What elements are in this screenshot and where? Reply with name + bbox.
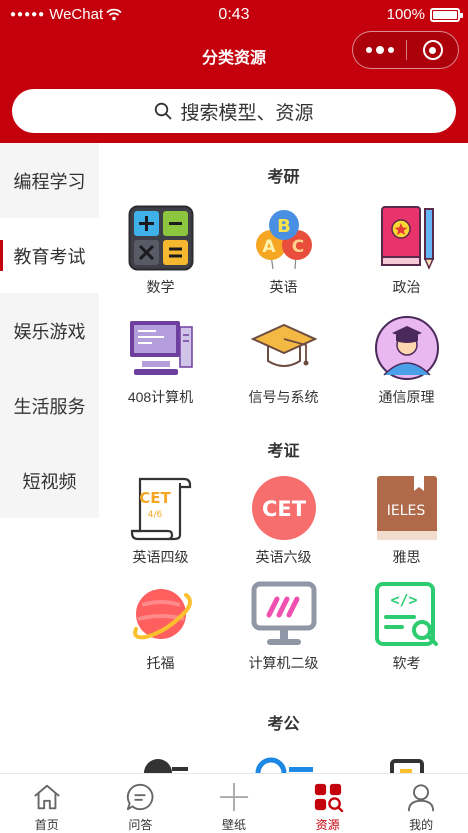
tab-qa[interactable]: 问答 <box>94 774 188 833</box>
resource-item-label: 雅思 <box>392 549 421 565</box>
resource-item-math[interactable]: 数学 <box>99 205 222 297</box>
mini-program-capsule <box>352 31 459 69</box>
resource-item-label: 英语六级 <box>255 549 312 565</box>
tab-resources[interactable]: 资源 <box>281 774 375 833</box>
resource-item-408-computer[interactable]: 408计算机 <box>99 315 222 407</box>
ieles-text: IELES <box>386 503 425 519</box>
bottom-tabbar: 首页 问答 壁纸 资源 我的 <box>0 773 468 833</box>
svg-text:A: A <box>262 237 276 257</box>
tab-label: 问答 <box>128 818 153 832</box>
resource-item-cet6[interactable]: CET 英语六级 <box>222 475 345 567</box>
resource-item-label: 信号与系统 <box>248 389 319 405</box>
cet-circle-icon: CET <box>251 476 316 540</box>
monitor-slashes-icon <box>251 581 316 645</box>
sidebar-item-programming[interactable]: 编程学习 <box>0 143 99 218</box>
category-sidebar: 编程学习 教育考试 娱乐游戏 生活服务 短视频 <box>0 143 99 518</box>
tab-wallpaper[interactable]: 壁纸 <box>187 774 281 833</box>
sidebar-item-label: 生活服务 <box>13 396 86 417</box>
tab-label: 我的 <box>409 818 434 832</box>
header: ●●●●● WeChat 0:43 100% 分类资源 搜索模型、资源 <box>0 0 468 143</box>
sidebar-item-label: 短视频 <box>22 471 77 492</box>
abc-balloons-icon: B A C <box>255 210 312 270</box>
cet-level-text: 4/6 <box>147 510 162 520</box>
resource-content: 考研 数学 B A C 英语 政治 408计算机 信号与系统 通信原理 考证 C… <box>99 143 468 773</box>
resource-item-communication-principles[interactable]: 通信原理 <box>345 315 468 407</box>
cet-scroll-icon: CET 4/6 <box>130 477 191 541</box>
cet-text: CET <box>261 497 306 521</box>
resource-item-computer-level2[interactable]: 计算机二级 <box>222 581 345 673</box>
computer-monitor-icon <box>129 321 193 375</box>
graduation-cap-icon <box>250 323 317 367</box>
battery-info: 100% <box>386 6 463 23</box>
resource-item-cet4[interactable]: CET 4/6 英语四级 <box>99 475 222 567</box>
red-book-pencil-icon <box>380 206 434 270</box>
tab-mine[interactable]: 我的 <box>374 774 468 833</box>
sidebar-item-life-service[interactable]: 生活服务 <box>0 368 99 443</box>
grid-search-icon <box>314 783 343 812</box>
resource-item-soft-exam[interactable]: </> 软考 <box>345 581 468 673</box>
cet-text: CET <box>139 489 171 507</box>
resource-item-toefl[interactable]: 托福 <box>99 581 222 673</box>
partial-icon <box>389 759 424 773</box>
tab-label: 首页 <box>34 818 59 832</box>
resource-item-label: 英语四级 <box>132 549 189 565</box>
code-document-search-icon: </> <box>374 582 438 646</box>
planet-icon <box>132 589 192 640</box>
close-mini-program-button[interactable] <box>407 40 458 60</box>
svg-text:C: C <box>291 237 303 257</box>
search-bar[interactable]: 搜索模型、资源 <box>12 89 456 133</box>
section-title: 考公 <box>267 716 300 733</box>
plus-icon <box>219 782 249 812</box>
resource-item-label: 计算机二级 <box>248 655 319 671</box>
target-close-icon <box>422 40 443 60</box>
resource-item-ielts[interactable]: IELES 雅思 <box>345 475 468 567</box>
more-icon[interactable] <box>353 32 406 68</box>
partial-icon <box>255 757 313 773</box>
sidebar-item-label: 娱乐游戏 <box>13 321 86 342</box>
search-icon <box>155 102 172 120</box>
home-icon <box>34 784 60 810</box>
person-icon <box>408 784 435 812</box>
section-title: 考证 <box>267 443 300 460</box>
resource-item-partial[interactable] <box>345 753 468 773</box>
resource-item-english[interactable]: B A C 英语 <box>222 205 345 297</box>
resource-item-label: 408计算机 <box>127 389 194 405</box>
resource-item-politics[interactable]: 政治 <box>345 205 468 297</box>
sidebar-item-entertainment[interactable]: 娱乐游戏 <box>0 293 99 368</box>
status-bar: ●●●●● WeChat 0:43 100% <box>0 0 468 30</box>
resource-item-label: 通信原理 <box>378 389 435 405</box>
resource-item-partial[interactable] <box>99 753 222 773</box>
sidebar-item-label: 编程学习 <box>13 171 86 192</box>
sidebar-item-short-video[interactable]: 短视频 <box>0 443 99 518</box>
tab-label: 壁纸 <box>221 818 246 832</box>
app-root: ●●●●● WeChat 0:43 100% 分类资源 搜索模型、资源 编程学习… <box>0 0 468 833</box>
resource-item-label: 政治 <box>392 279 421 295</box>
tab-label: 资源 <box>315 818 340 832</box>
ieles-book-icon: IELES <box>376 476 437 540</box>
search-placeholder: 搜索模型、资源 <box>180 102 314 124</box>
resource-item-label: 软考 <box>392 655 421 671</box>
battery-percent: 100% <box>386 6 425 23</box>
resource-item-label: 数学 <box>146 279 175 295</box>
resource-item-signals-systems[interactable]: 信号与系统 <box>222 315 345 407</box>
calculator-icon <box>128 205 193 271</box>
resource-item-label: 英语 <box>269 279 298 295</box>
code-tag-text: </> <box>390 591 417 609</box>
battery-icon <box>430 7 463 22</box>
sidebar-item-education-exam[interactable]: 教育考试 <box>0 218 99 293</box>
partial-icon <box>143 759 188 773</box>
tab-home[interactable]: 首页 <box>0 774 94 833</box>
svg-text:B: B <box>277 216 291 237</box>
sidebar-item-label: 教育考试 <box>13 246 86 267</box>
chat-bubble-icon <box>127 783 154 811</box>
section-title: 考研 <box>267 169 300 186</box>
resource-item-partial[interactable] <box>222 753 345 773</box>
resource-item-label: 托福 <box>146 655 175 671</box>
graduate-avatar-icon <box>374 316 439 380</box>
